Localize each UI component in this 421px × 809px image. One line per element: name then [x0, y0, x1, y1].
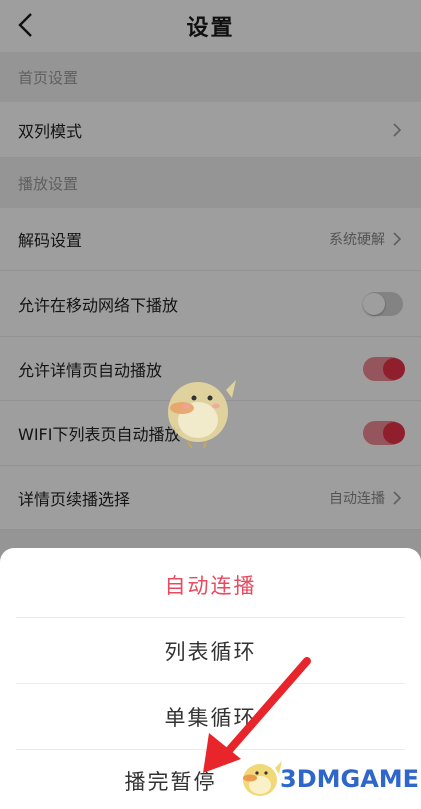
- mascot-logo-icon: [243, 761, 282, 796]
- watermark-text: 3DMGAME: [280, 765, 420, 793]
- option-auto-continue[interactable]: 自动连播: [16, 552, 405, 618]
- mascot-watermark-icon: [168, 380, 236, 449]
